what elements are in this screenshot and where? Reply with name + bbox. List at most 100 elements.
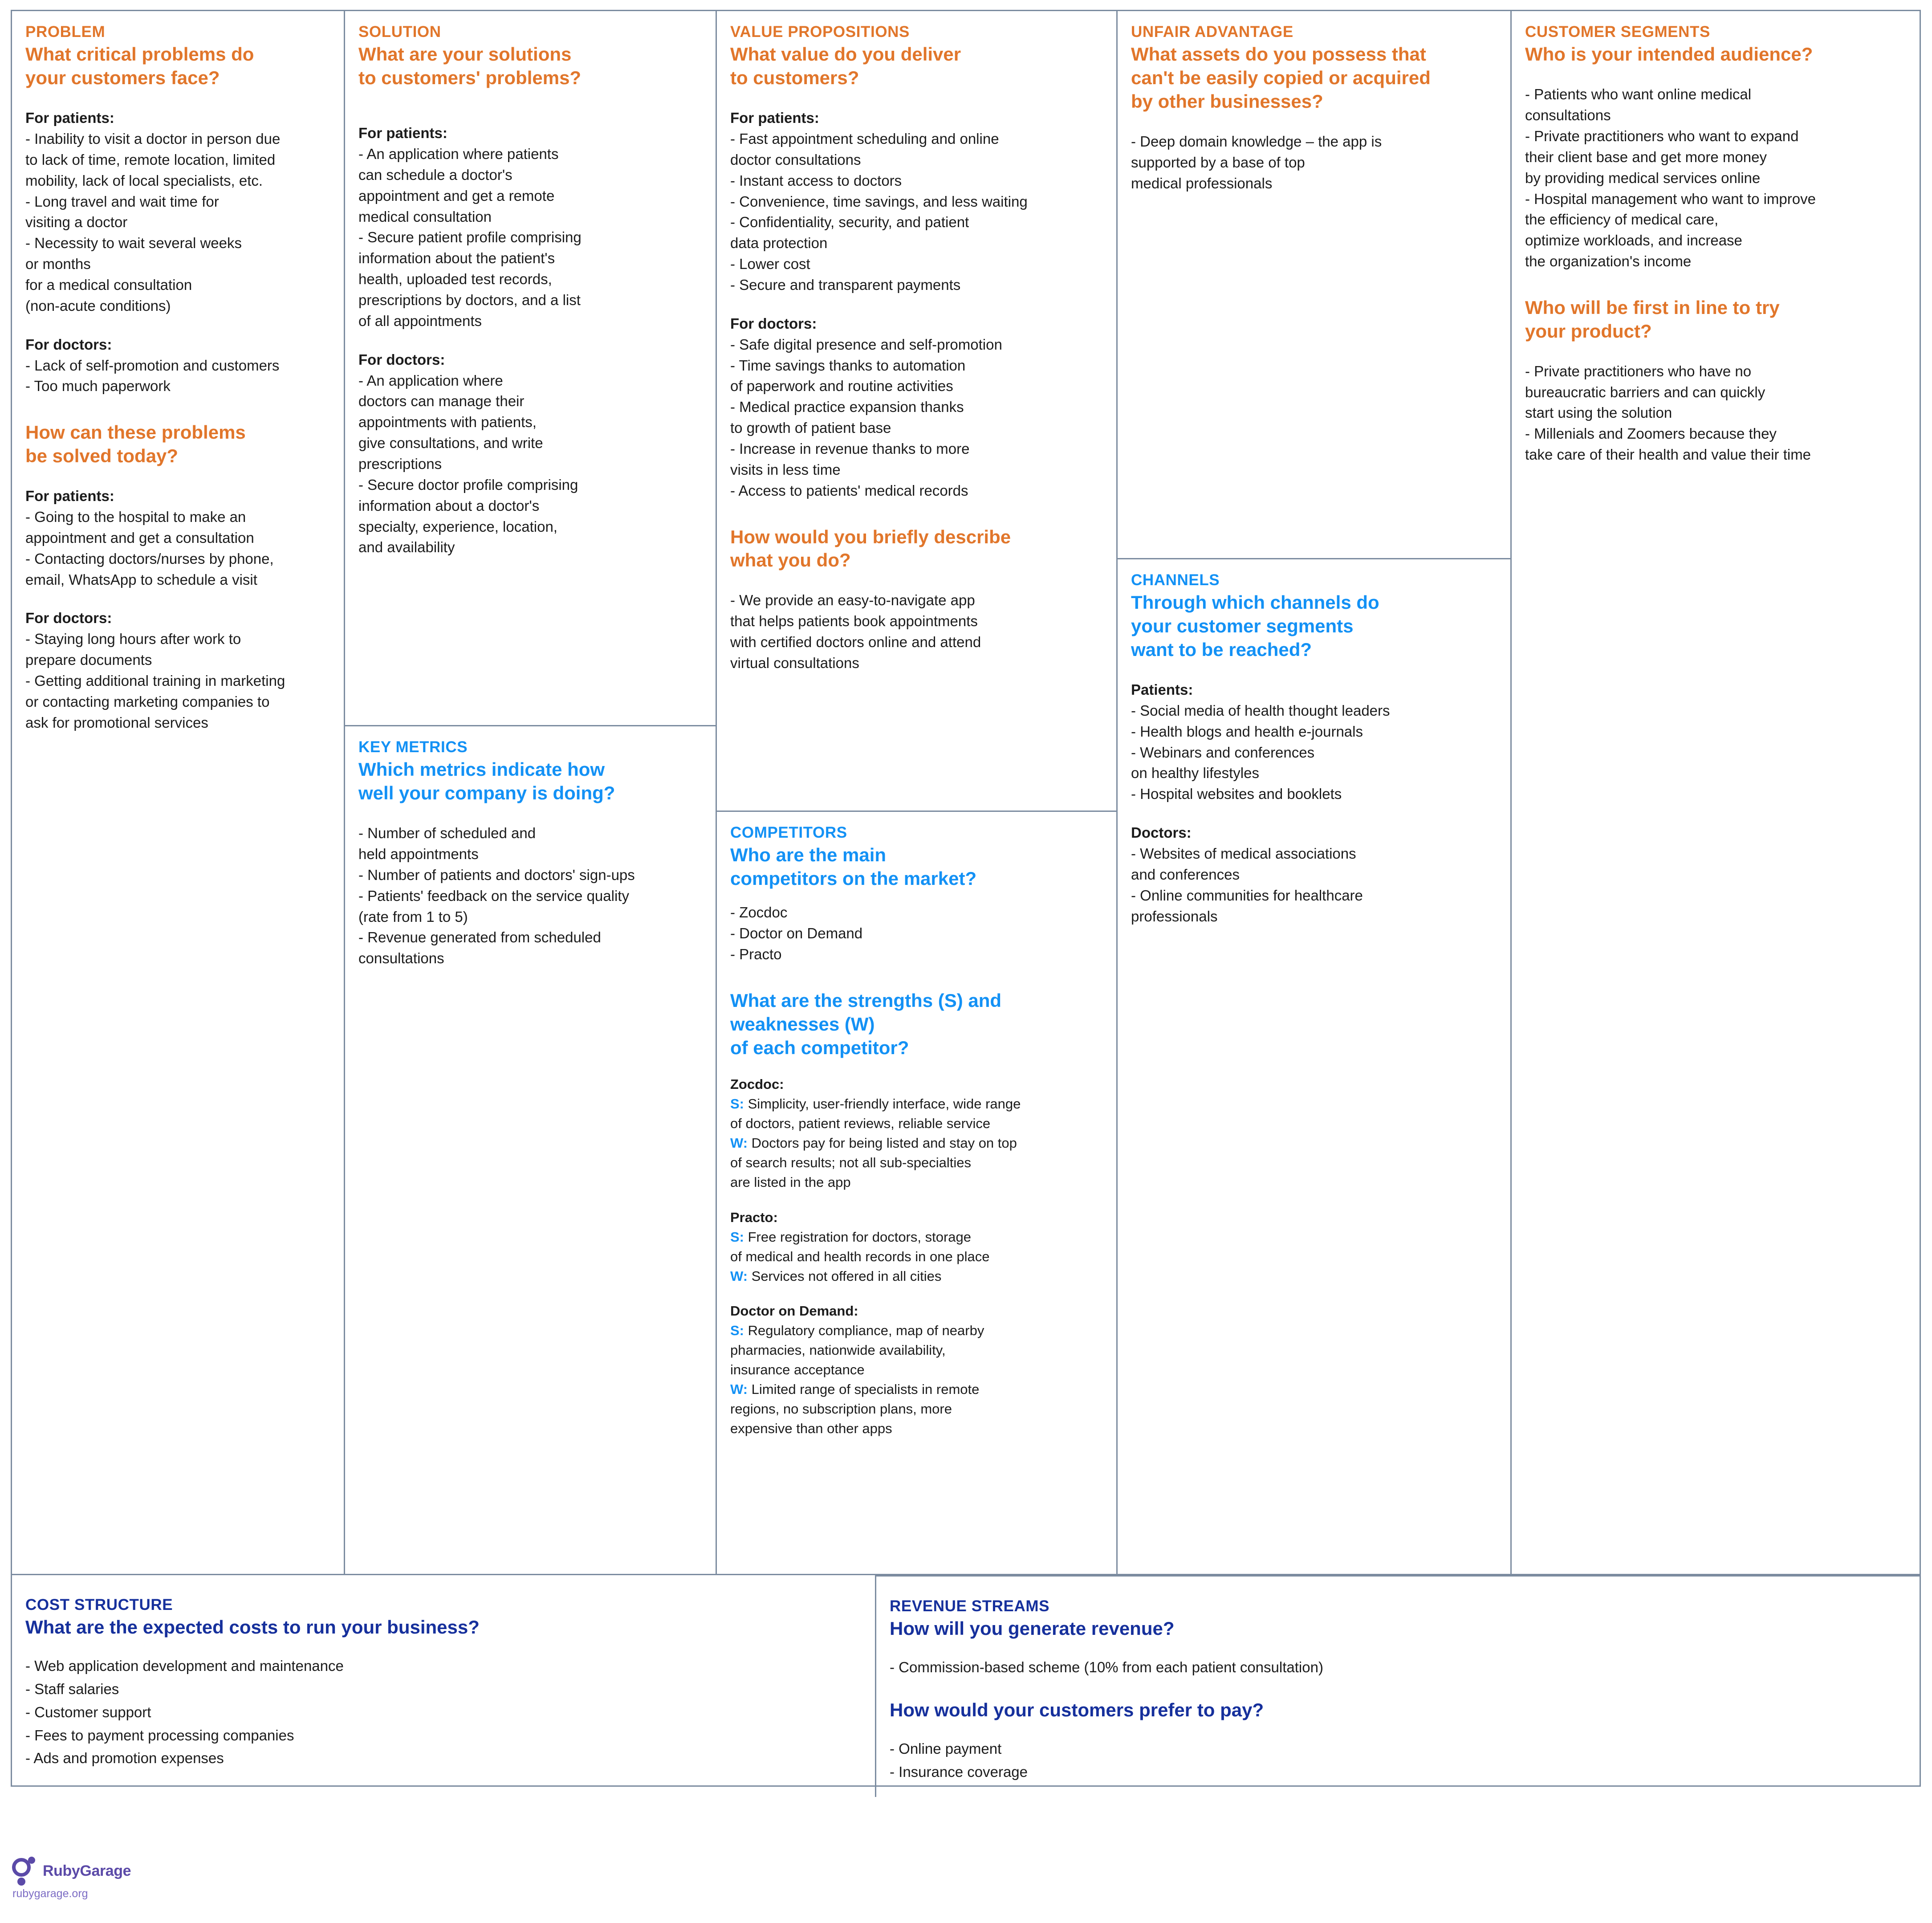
column-solution: SOLUTION What are your solutions to cust… xyxy=(344,11,716,1574)
unfair-advantage-group: - Deep domain knowledge – the app is sup… xyxy=(1131,131,1497,194)
weakness-tag: W: xyxy=(730,1135,748,1151)
strength-text: Simplicity, user-friendly interface, wid… xyxy=(730,1096,1021,1132)
value-patients-items: - Fast appointment scheduling and online… xyxy=(730,130,1028,293)
unfair-advantage-kicker: UNFAIR ADVANTAGE xyxy=(1131,23,1293,41)
swot-name: Practo: xyxy=(730,1209,778,1225)
strength-tag: S: xyxy=(730,1229,744,1245)
revenue-streams-group: - Commission-based scheme (10% from each… xyxy=(890,1656,1906,1679)
solution-doctors-items: - An application where doctors can manag… xyxy=(358,372,578,556)
swot-entry-practo: Practo: S: Free registration for doctors… xyxy=(730,1208,1103,1286)
key-metrics-kicker: KEY METRICS xyxy=(358,738,468,756)
channels-doctors-group: Doctors: - Websites of medical associati… xyxy=(1131,823,1497,927)
problem-solved-patients-group: For patients: - Going to the hospital to… xyxy=(25,486,330,590)
channels-patients-group: Patients: - Social media of health thoug… xyxy=(1131,680,1497,805)
revenue-pay-title: How would your customers prefer to pay? xyxy=(890,1699,1264,1720)
rubygarage-logo-icon xyxy=(12,1857,35,1886)
problem-patients-label: For patients: xyxy=(25,110,114,126)
competitors-kicker: COMPETITORS xyxy=(730,824,847,841)
block-value-propositions: VALUE PROPOSITIONS What value do you del… xyxy=(717,11,1116,811)
weakness-tag: W: xyxy=(730,1381,748,1397)
revenue-streams-title: How will you generate revenue? xyxy=(890,1618,1175,1639)
channels-doctors-label: Doctors: xyxy=(1131,824,1192,841)
block-problem: PROBLEM What critical problems do your c… xyxy=(12,11,344,1574)
problem-solved-doctors-items: - Staying long hours after work to prepa… xyxy=(25,631,285,731)
value-describe-title: How would you briefly describe what you … xyxy=(730,526,1011,571)
competitors-items: - Zocdoc - Doctor on Demand - Practo xyxy=(730,904,863,962)
block-competitors: COMPETITORS Who are the main competitors… xyxy=(717,811,1116,1574)
swot-weakness: W: Limited range of specialists in remot… xyxy=(730,1380,1103,1438)
customer-segments-items: - Patients who want online medical consu… xyxy=(1525,86,1816,270)
swot-name: Zocdoc: xyxy=(730,1076,784,1092)
block-customer-segments: CUSTOMER SEGMENTS Who is your intended a… xyxy=(1512,11,1920,1574)
competitors-swot-title: What are the strengths (S) and weaknesse… xyxy=(730,990,1002,1058)
swot-strength: S: Regulatory compliance, map of nearby … xyxy=(730,1321,1103,1380)
value-propositions-title: What value do you deliver to customers? xyxy=(730,44,961,89)
footer: RubyGarage rubygarage.org xyxy=(11,1856,131,1899)
problem-doctors-label: For doctors: xyxy=(25,336,112,353)
problem-kicker: PROBLEM xyxy=(25,23,106,41)
cost-structure-group: - Web application development and mainte… xyxy=(25,1654,862,1770)
problem-solved-patients-label: For patients: xyxy=(25,488,114,505)
channels-doctors-items: - Websites of medical associations and c… xyxy=(1131,845,1363,925)
revenue-streams-items: - Commission-based scheme (10% from each… xyxy=(890,1659,1323,1676)
unfair-advantage-items: - Deep domain knowledge – the app is sup… xyxy=(1131,133,1382,191)
key-metrics-items: - Number of scheduled and held appointme… xyxy=(358,825,635,967)
problem-solved-doctors-label: For doctors: xyxy=(25,610,112,627)
problem-solved-patients-items: - Going to the hospital to make an appoi… xyxy=(25,508,274,588)
value-describe-group: - We provide an easy-to-navigate app tha… xyxy=(730,590,1103,673)
revenue-streams-kicker: REVENUE STREAMS xyxy=(890,1597,1050,1615)
swot-name: Doctor on Demand: xyxy=(730,1303,858,1319)
swot-strength: S: Simplicity, user-friendly interface, … xyxy=(730,1094,1103,1133)
weakness-text: Services not offered in all cities xyxy=(748,1268,942,1284)
swot-weakness: W: Doctors pay for being listed and stay… xyxy=(730,1133,1103,1192)
customer-segments-first-title: Who will be first in line to try your pr… xyxy=(1525,297,1780,342)
column-unfair-advantage: UNFAIR ADVANTAGE What assets do you poss… xyxy=(1116,11,1510,1574)
value-patients-group: For patients: - Fast appointment schedul… xyxy=(730,108,1103,296)
solution-patients-items: - An application where patients can sche… xyxy=(358,145,582,329)
value-propositions-kicker: VALUE PROPOSITIONS xyxy=(730,23,910,41)
revenue-pay-group: - Online payment - Insurance coverage xyxy=(890,1737,1906,1784)
problem-solved-doctors-group: For doctors: - Staying long hours after … xyxy=(25,608,330,733)
unfair-advantage-title: What assets do you possess that can't be… xyxy=(1131,44,1431,112)
customer-segments-kicker: CUSTOMER SEGMENTS xyxy=(1525,23,1710,41)
problem-patients-items: - Inability to visit a doctor in person … xyxy=(25,130,281,314)
strength-text: Free registration for doctors, storage o… xyxy=(730,1229,990,1264)
cost-structure-kicker: COST STRUCTURE xyxy=(25,1596,173,1613)
canvas-top-row: PROBLEM What critical problems do your c… xyxy=(12,11,1920,1574)
problem-solved-title: How can these problems be solved today? xyxy=(25,422,246,467)
value-doctors-label: For doctors: xyxy=(730,315,817,332)
customer-segments-first-items: - Private practitioners who have no bure… xyxy=(1525,363,1811,463)
channels-kicker: CHANNELS xyxy=(1131,571,1220,589)
problem-title: What critical problems do your customers… xyxy=(25,44,254,89)
weakness-text: Limited range of specialists in remote r… xyxy=(730,1381,980,1436)
weakness-tag: W: xyxy=(730,1268,748,1284)
channels-patients-label: Patients: xyxy=(1131,681,1193,698)
block-cost-structure: COST STRUCTURE What are the expected cos… xyxy=(12,1575,875,1797)
key-metrics-group: - Number of scheduled and held appointme… xyxy=(358,823,702,969)
swot-strength: S: Free registration for doctors, storag… xyxy=(730,1227,1103,1267)
cost-structure-title: What are the expected costs to run your … xyxy=(25,1617,480,1638)
solution-doctors-group: For doctors: - An application where doct… xyxy=(358,350,702,558)
column-problem: PROBLEM What critical problems do your c… xyxy=(12,11,344,1574)
block-channels: CHANNELS Through which channels do your … xyxy=(1118,558,1510,1574)
solution-patients-group: For patients: - An application where pat… xyxy=(358,123,702,332)
solution-doctors-label: For doctors: xyxy=(358,351,445,368)
customer-segments-title: Who is your intended audience? xyxy=(1525,44,1813,65)
key-metrics-title: Which metrics indicate how well your com… xyxy=(358,759,615,804)
problem-doctors-items: - Lack of self-promotion and customers -… xyxy=(25,357,280,395)
customer-segments-first-group: - Private practitioners who have no bure… xyxy=(1525,361,1906,465)
value-doctors-items: - Safe digital presence and self-promoti… xyxy=(730,336,1002,499)
swot-entry-zocdoc: Zocdoc: S: Simplicity, user-friendly int… xyxy=(730,1075,1103,1192)
strength-tag: S: xyxy=(730,1096,744,1112)
solution-title: What are your solutions to customers' pr… xyxy=(358,44,582,89)
competitors-title: Who are the main competitors on the mark… xyxy=(730,844,977,889)
value-doctors-group: For doctors: - Safe digital presence and… xyxy=(730,314,1103,501)
solution-patients-label: For patients: xyxy=(358,125,447,142)
canvas-bottom-row: COST STRUCTURE What are the expected cos… xyxy=(12,1574,1920,1797)
brand-url[interactable]: rubygarage.org xyxy=(12,1888,131,1899)
customer-segments-group: - Patients who want online medical consu… xyxy=(1525,84,1906,272)
brand-name: RubyGarage xyxy=(43,1862,131,1879)
brand-logo[interactable]: RubyGarage xyxy=(11,1856,131,1886)
strength-text: Regulatory compliance, map of nearby pha… xyxy=(730,1322,984,1377)
lean-canvas: PROBLEM What critical problems do your c… xyxy=(11,10,1921,1797)
